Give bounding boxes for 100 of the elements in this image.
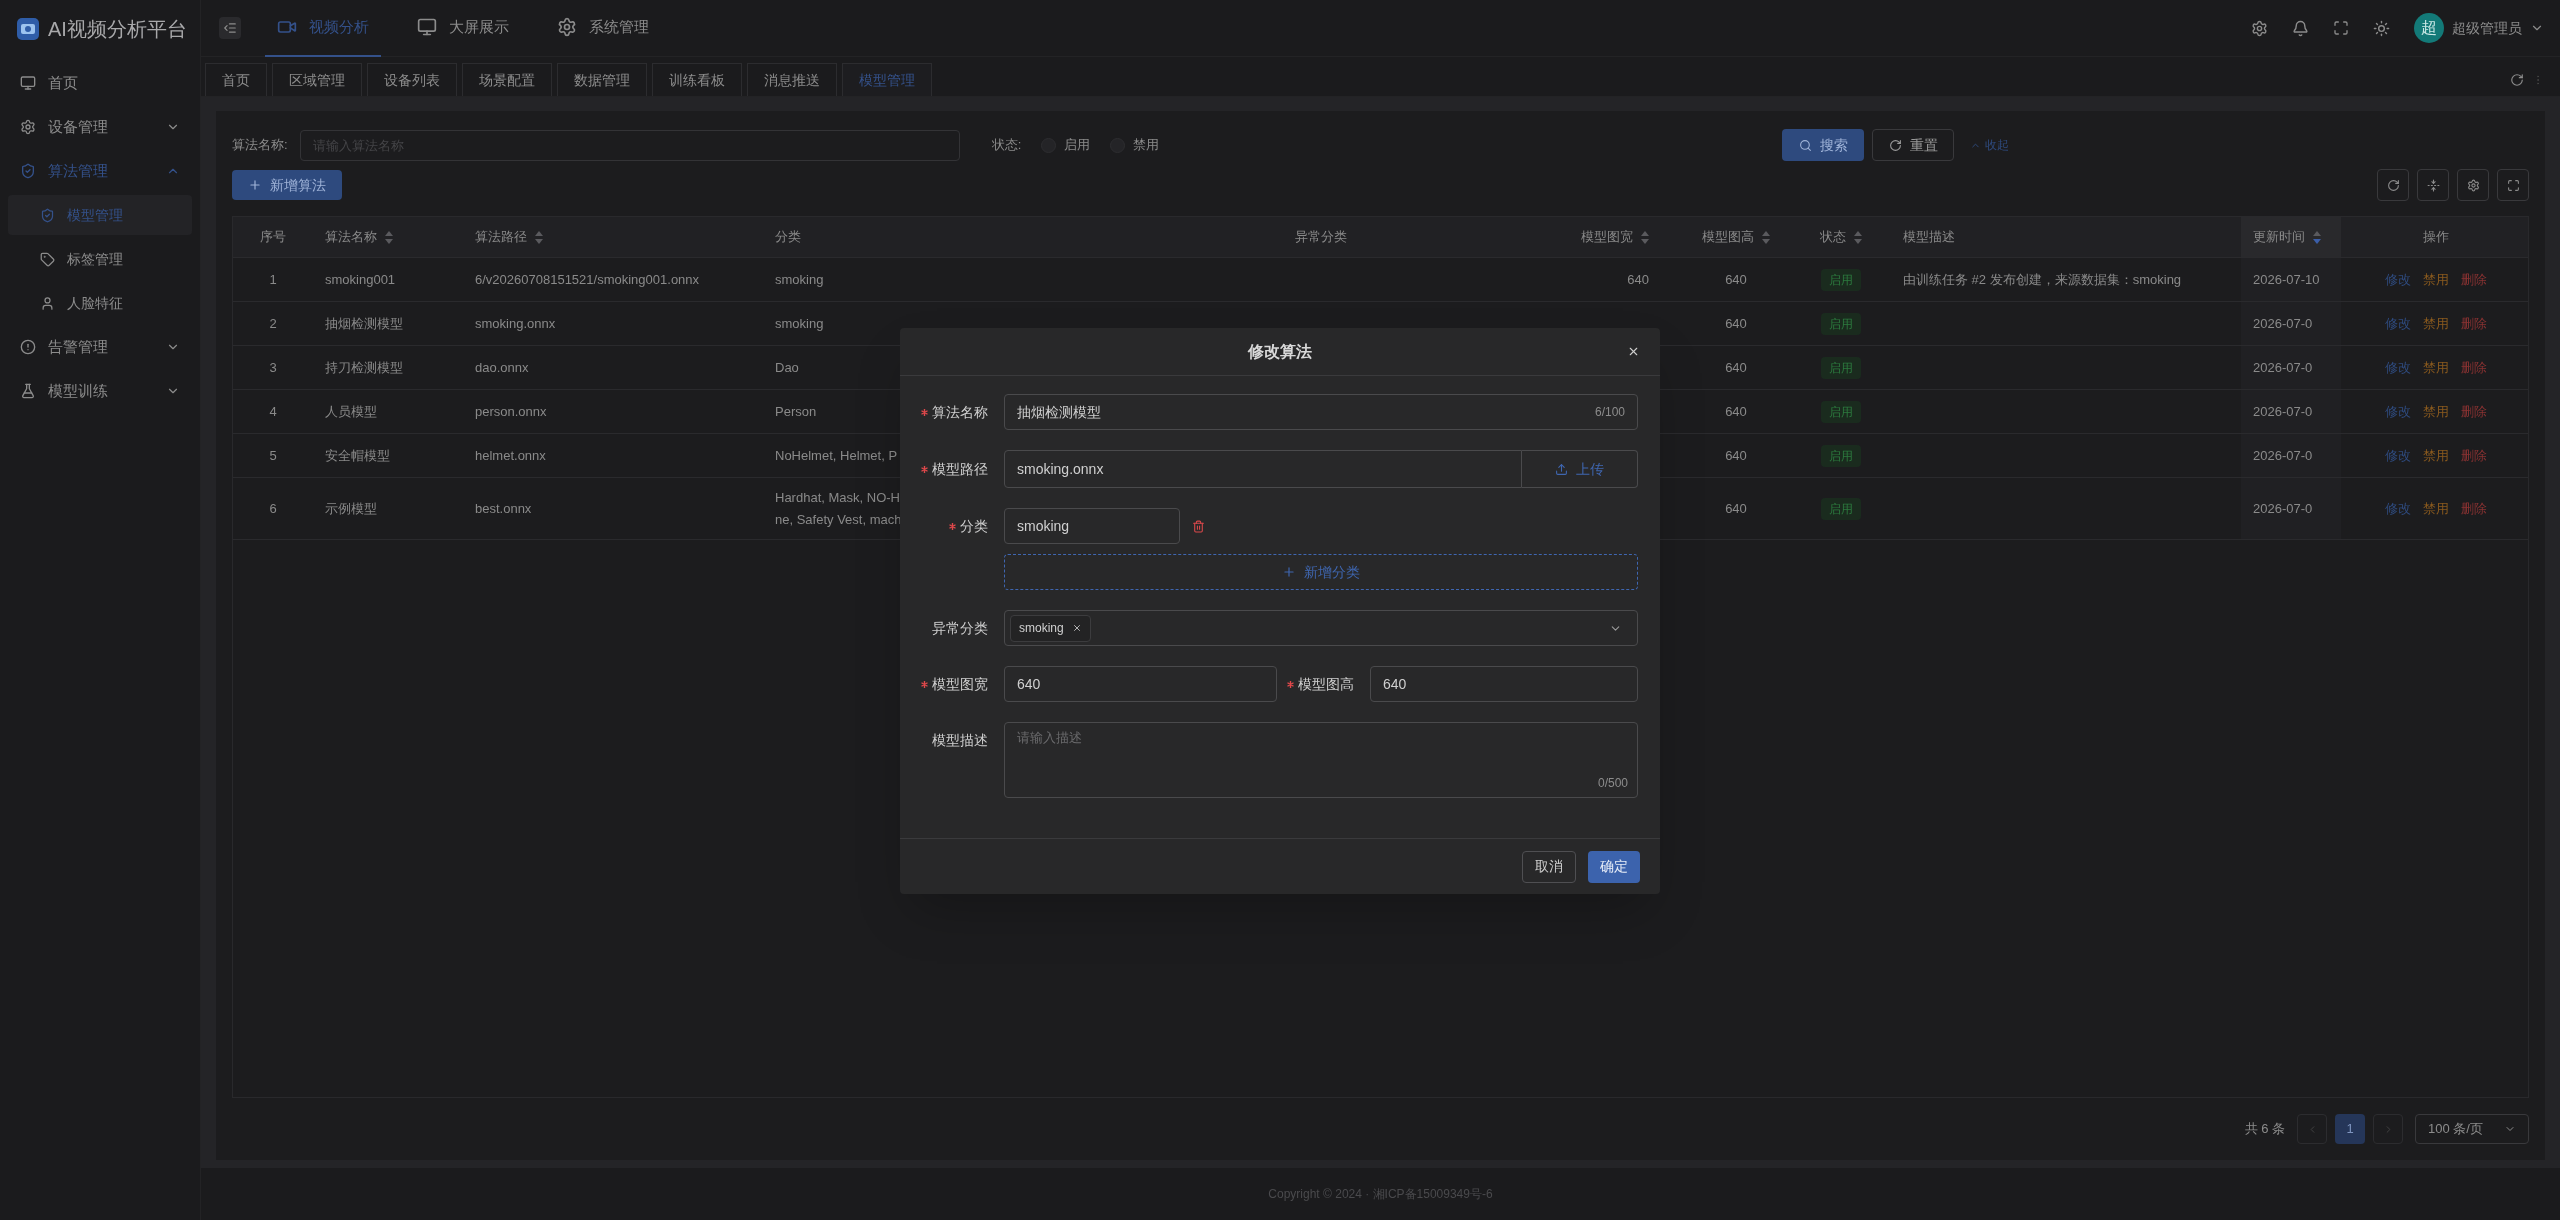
column-header: 分类: [774, 228, 802, 247]
sort-icon[interactable]: [1641, 230, 1649, 244]
height-field[interactable]: 640: [1370, 666, 1638, 702]
path-field[interactable]: smoking.onnx: [1004, 450, 1522, 488]
sidebar-item[interactable]: 首页: [0, 61, 200, 105]
table-cell-text: 2026-07-0: [2253, 499, 2313, 518]
flask-icon: [20, 383, 36, 399]
table-cell-text: 由训练任务 #2 发布创建，来源数据集：smoking: [1902, 270, 2183, 289]
table-cell-text: 4: [268, 402, 278, 421]
plus-icon: [248, 178, 262, 192]
sort-icon[interactable]: [385, 230, 393, 244]
disable-link[interactable]: 禁用: [2423, 445, 2449, 466]
page-tab[interactable]: 场景配置: [462, 63, 552, 96]
table-cell-text: Person: [775, 402, 817, 421]
sort-icon[interactable]: [2313, 230, 2321, 244]
page-size-select[interactable]: 100 条/页: [2415, 1114, 2529, 1144]
collapse-menu-button[interactable]: [219, 17, 241, 39]
settings-button[interactable]: [2457, 169, 2489, 201]
page-tab[interactable]: 模型管理: [842, 63, 932, 96]
table-cell-text: 6: [268, 499, 278, 518]
table-cell-text: Dao: [775, 358, 799, 377]
settings-icon[interactable]: [2251, 19, 2268, 37]
page-button[interactable]: 1: [2335, 1114, 2365, 1144]
remove-icon[interactable]: [1071, 623, 1082, 633]
column-header: 模型描述: [1902, 228, 1956, 247]
sidebar-item[interactable]: 人脸特征: [8, 283, 192, 323]
sidebar-item[interactable]: 算法管理: [0, 149, 200, 193]
table-cell-text: 2026-07-0: [2253, 358, 2313, 377]
column-header: 异常分类: [1294, 228, 1348, 247]
form-label: 异常分类: [931, 618, 988, 638]
column-header: 操作: [2422, 228, 2450, 247]
search-button[interactable]: 搜索: [1782, 129, 1864, 161]
fullscreen-icon[interactable]: [2333, 20, 2349, 36]
disable-link[interactable]: 禁用: [2423, 498, 2449, 519]
delete-icon[interactable]: [1192, 519, 1205, 533]
notification-icon[interactable]: [2292, 19, 2309, 37]
page-tab[interactable]: 消息推送: [747, 63, 837, 96]
disable-link[interactable]: 禁用: [2423, 313, 2449, 334]
add-algorithm-button[interactable]: 新增算法: [232, 170, 342, 200]
column-header: 算法路径: [463, 217, 763, 257]
disable-link[interactable]: 禁用: [2423, 269, 2449, 290]
sort-icon[interactable]: [1854, 230, 1862, 244]
disable-link[interactable]: 禁用: [2423, 357, 2449, 378]
category-field[interactable]: smoking: [1004, 508, 1180, 544]
user-name[interactable]: 超级管理员: [2452, 17, 2522, 39]
user-avatar[interactable]: 超: [2414, 13, 2444, 43]
top-nav-item[interactable]: 系统管理: [545, 0, 661, 57]
page-tab[interactable]: 区域管理: [272, 63, 362, 96]
fullscreen-button[interactable]: [2497, 169, 2529, 201]
theme-icon[interactable]: [2373, 19, 2390, 37]
settings-icon: [557, 17, 577, 37]
table-cell-text: 640: [1626, 270, 1650, 289]
refresh-icon: [2386, 178, 2400, 192]
table-cell-text: 5: [268, 446, 278, 465]
top-nav-item[interactable]: 大屏展示: [405, 0, 521, 57]
table-cell-text: 抽烟检测模型: [324, 314, 404, 333]
name-field[interactable]: 抽烟检测模型 6/100: [1004, 394, 1638, 430]
table-cell-text: 640: [1724, 499, 1748, 518]
sidebar-item[interactable]: 告警管理: [0, 325, 200, 369]
density-button[interactable]: [2417, 169, 2449, 201]
page-tab[interactable]: 训练看板: [652, 63, 742, 96]
width-field[interactable]: 640: [1004, 666, 1277, 702]
abnormal-category-select[interactable]: smoking: [1004, 610, 1638, 646]
page-tab[interactable]: 首页: [205, 63, 267, 96]
refresh-button[interactable]: [2377, 169, 2409, 201]
table-cell-text: 安全帽模型: [324, 446, 391, 465]
form-label: 模型图高: [1298, 674, 1354, 694]
add-category-button[interactable]: 新增分类: [1004, 554, 1638, 590]
form-label: 模型描述: [931, 730, 988, 750]
table-cell-text: 1: [268, 270, 278, 289]
cancel-button[interactable]: 取消: [1522, 850, 1576, 883]
settings-icon: [2466, 178, 2480, 192]
sort-icon[interactable]: [535, 230, 543, 244]
upload-button[interactable]: 上传: [1522, 450, 1638, 488]
form-label: 模型路径: [932, 459, 988, 479]
sidebar-item[interactable]: 模型训练: [0, 369, 200, 413]
character-counter: 6/100: [1594, 404, 1625, 421]
sort-icon[interactable]: [1762, 230, 1770, 244]
disable-link[interactable]: 禁用: [2423, 401, 2449, 422]
refresh-icon[interactable]: [2510, 72, 2524, 87]
confirm-button[interactable]: 确定: [1588, 850, 1640, 883]
close-icon[interactable]: [1627, 345, 1640, 358]
sidebar-item[interactable]: 标签管理: [8, 239, 192, 279]
reset-button[interactable]: 重置: [1872, 129, 1954, 161]
page-tab[interactable]: 设备列表: [367, 63, 457, 96]
fullscreen-icon: [2506, 178, 2520, 192]
upload-icon: [1555, 462, 1568, 476]
table-cell-text: smoking.onnx: [474, 314, 557, 333]
sidebar-item[interactable]: 设备管理: [0, 105, 200, 149]
status-tag: 启用: [1821, 312, 1861, 335]
selected-tag: smoking: [1010, 614, 1091, 642]
top-nav-item[interactable]: 视频分析: [265, 0, 381, 57]
monitor-icon: [417, 17, 437, 37]
table-cell-text: best.onnx: [474, 499, 533, 518]
status-tag: 启用: [1821, 444, 1861, 467]
form-label: 模型图宽: [932, 674, 988, 694]
page-tab[interactable]: 数据管理: [557, 63, 647, 96]
table-cell-text: 2026-07-0: [2253, 402, 2313, 421]
table-cell-text: person.onnx: [474, 402, 548, 421]
field-label: 算法名称:: [232, 136, 288, 155]
